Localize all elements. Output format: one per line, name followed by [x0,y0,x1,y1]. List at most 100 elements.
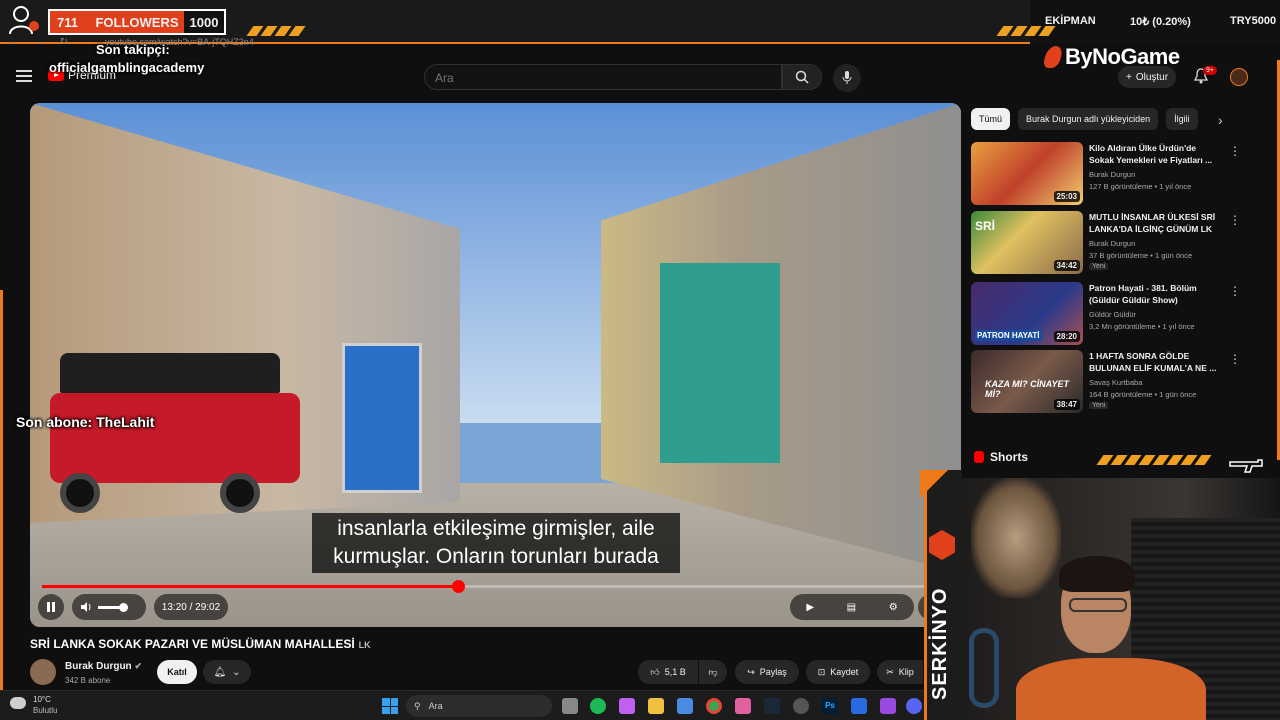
save-button[interactable]: ⊡ Kaydet [806,660,870,684]
video-player[interactable]: insanlarla etkileşime girmişler, aile ku… [30,103,961,627]
video-title-text: SRİ LANKA SOKAK PAZARI VE MÜSLÜMAN MAHAL… [30,637,355,651]
volume-control[interactable] [72,594,146,620]
taskbar-search-label: Ara [428,701,443,711]
more-options-icon[interactable]: ⋮ [1229,144,1241,158]
pause-button[interactable] [38,594,64,620]
webcam-feed [961,478,1280,720]
video-duration: 34:42 [1053,260,1080,271]
subscription-bell-button[interactable]: 🔔︎ ⌄ [203,660,251,684]
steam-icon[interactable] [764,698,780,714]
video-scene-teal-wall [660,263,780,463]
volume-icon [81,602,91,612]
task-view-icon[interactable] [562,698,578,714]
related-channel[interactable]: Burak Durgun [1089,170,1135,179]
video-thumbnail[interactable]: KAZA MI? CİNAYET Mİ? 38:47 [971,350,1083,413]
reload-icon[interactable]: ↻ [60,36,68,47]
settings-gear-icon[interactable]: ⚙ [889,602,898,613]
create-label: Oluştur [1135,71,1169,83]
start-windows-icon[interactable] [382,698,398,714]
last-follower-label: Son takipçi: [96,42,170,57]
thumbnail-text: SRİ [975,219,996,233]
related-meta: 164 B görüntüleme • 1 gün önce [1089,390,1197,399]
chip-related[interactable]: İlgili [1166,108,1198,130]
video-title-flag: LK [358,640,371,650]
streamer-name: SERKİNYO [929,587,951,700]
thumbs-up-icon: 👍︎ [650,666,660,677]
related-video[interactable]: SRİ 34:42 MUTLU İNSANLAR ÜLKESİ SRİ LANK… [971,211,1251,275]
store-icon[interactable] [677,698,693,714]
volume-slider[interactable] [98,602,128,612]
rifle-icon [1229,459,1263,473]
video-thumbnail[interactable]: SRİ 34:42 [971,211,1083,274]
chrome-icon[interactable] [706,698,722,714]
chevron-right-icon[interactable]: › [1218,112,1223,128]
join-button[interactable]: Katıl [157,660,197,684]
thumbs-down-icon: 👎︎ [708,666,718,677]
progress-scrubber[interactable] [451,580,465,593]
voice-search-button[interactable] [833,64,861,92]
verified-icon: ✔ [134,661,142,671]
like-button[interactable]: 👍︎ 5,1 B [638,660,698,684]
time-display: 13:20 / 29:02 [154,594,228,620]
more-options-icon[interactable]: ⋮ [1229,284,1241,298]
video-thumbnail[interactable]: 25:03 [971,142,1083,205]
related-channel[interactable]: Güldür Güldür [1089,310,1136,319]
search-button[interactable] [782,64,822,90]
more-options-icon[interactable]: ⋮ [1229,213,1241,227]
plus-icon: + [1126,71,1132,83]
photoshop-icon[interactable]: Ps [822,698,838,714]
dislike-button[interactable]: 👎︎ [699,660,727,684]
copilot-icon[interactable] [619,698,635,714]
related-title[interactable]: Kilo Aldıran Ülke Ürdün'de Sokak Yemekle… [1089,142,1219,166]
search-input[interactable] [425,65,781,91]
related-video[interactable]: KAZA MI? CİNAYET Mİ? 38:47 1 HAFTA SONRA… [971,350,1251,414]
related-title[interactable]: Patron Hayati - 381. Bölüm (Güldür Güldü… [1089,282,1219,306]
taskbar-search[interactable]: ⚲ Ara [406,695,552,717]
code-label: TRY5000 [1230,15,1277,27]
back-icon[interactable]: ← [10,36,19,46]
spotify-icon[interactable] [590,698,606,714]
app-icon[interactable] [851,698,867,714]
weather-temp: 10°C [33,695,51,704]
video-thumbnail[interactable]: PATRON HAYATİ 28:20 [971,282,1083,345]
related-channel[interactable]: Burak Durgun [1089,239,1135,248]
channel-avatar[interactable] [30,659,56,685]
related-channel[interactable]: Savaş Kurtbaba [1089,378,1142,387]
related-title[interactable]: MUTLU İNSANLAR ÜLKESİ SRİ LANKA'DA İLGİN… [1089,211,1219,235]
progress-bar[interactable] [42,580,948,593]
autoplay-toggle-icon[interactable]: ▶ [806,602,814,613]
followers-count: 711 [50,11,90,33]
account-avatar[interactable] [1230,68,1248,86]
related-title[interactable]: 1 HAFTA SONRA GÖLDE BULUNAN ELİF KUMAL'A… [1089,350,1219,374]
caption-line-1: insanlarla etkileşime girmişler, aile [337,517,655,540]
discord-icon[interactable] [906,698,922,714]
chevron-down-icon: ⌄ [232,666,241,678]
windows-taskbar: 10°C Bulutlu ⚲ Ara Ps [0,690,924,720]
followers-label: FOLLOWERS [90,11,184,33]
caption-line-2: kurmuşlar. Onların torunları burada [333,545,659,568]
forward-icon[interactable]: → [35,36,44,46]
more-options-icon[interactable]: ⋮ [1229,352,1241,366]
related-video[interactable]: PATRON HAYATİ 28:20 Patron Hayati - 381.… [971,282,1251,346]
related-video[interactable]: 25:03 Kilo Aldıran Ülke Ürdün'de Sokak Y… [971,142,1251,206]
file-explorer-icon[interactable] [648,698,664,714]
video-duration: 28:20 [1053,331,1080,342]
followers-goal: 1000 [184,11,224,33]
chip-uploader[interactable]: Burak Durgun adlı yükleyiciden [1018,108,1159,130]
channel-name[interactable]: Burak Durgun ✔ [65,661,142,672]
captions-icon[interactable]: ▤ [847,602,856,613]
app-icon[interactable] [793,698,809,714]
chip-all[interactable]: Tümü [971,108,1011,130]
clip-label: Klip [898,667,914,677]
bell-icon: 🔔︎ [213,666,227,678]
related-meta: 37 B görüntüleme • 1 gün önce [1089,251,1193,260]
app-icon[interactable] [735,698,751,714]
menu-icon[interactable] [16,70,32,82]
related-meta: 127 B görüntüleme • 1 yıl önce [1089,182,1192,191]
app-icon[interactable] [880,698,896,714]
cloud-icon [10,697,26,709]
search-box [424,64,782,91]
share-button[interactable]: ↪ Paylaş [735,660,799,684]
flame-icon [1042,46,1064,68]
clip-button[interactable]: ✂ Klip [877,660,923,684]
